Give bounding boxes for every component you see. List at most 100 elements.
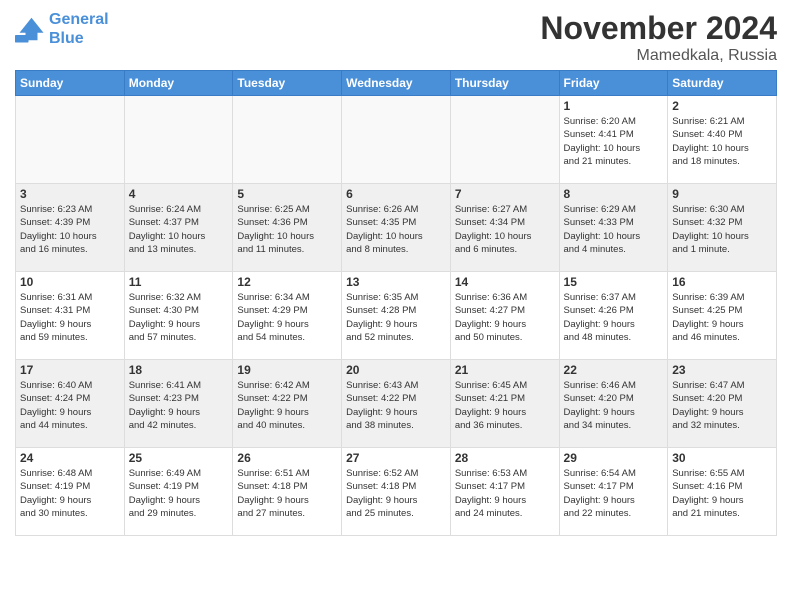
header-thursday: Thursday <box>450 71 559 96</box>
day-number: 30 <box>672 451 772 465</box>
calendar-cell: 23 Sunrise: 6:47 AM Sunset: 4:20 PM Dayli… <box>668 360 777 448</box>
header-tuesday: Tuesday <box>233 71 342 96</box>
day-info: Sunrise: 6:36 AM Sunset: 4:27 PM Dayligh… <box>455 291 555 344</box>
day-number: 23 <box>672 363 772 377</box>
calendar-cell: 18 Sunrise: 6:41 AM Sunset: 4:23 PM Dayli… <box>124 360 233 448</box>
calendar-table: SundayMondayTuesdayWednesdayThursdayFrid… <box>15 70 777 536</box>
day-info: Sunrise: 6:24 AM Sunset: 4:37 PM Dayligh… <box>129 203 229 256</box>
day-number: 28 <box>455 451 555 465</box>
day-number: 4 <box>129 187 229 201</box>
day-info: Sunrise: 6:35 AM Sunset: 4:28 PM Dayligh… <box>346 291 446 344</box>
day-info: Sunrise: 6:51 AM Sunset: 4:18 PM Dayligh… <box>237 467 337 520</box>
calendar-cell <box>450 96 559 184</box>
calendar-cell: 5 Sunrise: 6:25 AM Sunset: 4:36 PM Daylig… <box>233 184 342 272</box>
day-info: Sunrise: 6:37 AM Sunset: 4:26 PM Dayligh… <box>564 291 664 344</box>
day-info: Sunrise: 6:20 AM Sunset: 4:41 PM Dayligh… <box>564 115 664 168</box>
location: Mamedkala, Russia <box>540 47 777 65</box>
header-monday: Monday <box>124 71 233 96</box>
calendar-cell: 7 Sunrise: 6:27 AM Sunset: 4:34 PM Daylig… <box>450 184 559 272</box>
day-info: Sunrise: 6:25 AM Sunset: 4:36 PM Dayligh… <box>237 203 337 256</box>
calendar-cell: 29 Sunrise: 6:54 AM Sunset: 4:17 PM Dayli… <box>559 448 668 536</box>
calendar-cell: 10 Sunrise: 6:31 AM Sunset: 4:31 PM Dayli… <box>16 272 125 360</box>
calendar-cell: 16 Sunrise: 6:39 AM Sunset: 4:25 PM Dayli… <box>668 272 777 360</box>
day-info: Sunrise: 6:41 AM Sunset: 4:23 PM Dayligh… <box>129 379 229 432</box>
day-number: 8 <box>564 187 664 201</box>
calendar-cell: 25Sunrise: 6:49 AM Sunset: 4:19 PM Dayli… <box>124 448 233 536</box>
day-number: 24 <box>20 451 120 465</box>
day-info: Sunrise: 6:40 AM Sunset: 4:24 PM Dayligh… <box>20 379 120 432</box>
logo-line1: General <box>49 11 109 28</box>
day-info: Sunrise: 6:23 AM Sunset: 4:39 PM Dayligh… <box>20 203 120 256</box>
day-number: 19 <box>237 363 337 377</box>
calendar-cell: 27 Sunrise: 6:52 AM Sunset: 4:18 PM Dayli… <box>342 448 451 536</box>
calendar-cell: 4 Sunrise: 6:24 AM Sunset: 4:37 PM Daylig… <box>124 184 233 272</box>
day-number: 14 <box>455 275 555 289</box>
calendar-cell: 14 Sunrise: 6:36 AM Sunset: 4:27 PM Dayli… <box>450 272 559 360</box>
week-row-3: 10 Sunrise: 6:31 AM Sunset: 4:31 PM Dayli… <box>16 272 777 360</box>
calendar-cell: 11 Sunrise: 6:32 AM Sunset: 4:30 PM Dayli… <box>124 272 233 360</box>
day-info: Sunrise: 6:34 AM Sunset: 4:29 PM Dayligh… <box>237 291 337 344</box>
calendar-cell: 12 Sunrise: 6:34 AM Sunset: 4:29 PM Dayli… <box>233 272 342 360</box>
week-row-2: 3 Sunrise: 6:23 AM Sunset: 4:39 PM Daylig… <box>16 184 777 272</box>
day-info: Sunrise: 6:32 AM Sunset: 4:30 PM Dayligh… <box>129 291 229 344</box>
calendar-cell: 2Sunrise: 6:21 AM Sunset: 4:40 PM Daylig… <box>668 96 777 184</box>
calendar-cell <box>342 96 451 184</box>
day-info: Sunrise: 6:29 AM Sunset: 4:33 PM Dayligh… <box>564 203 664 256</box>
day-number: 29 <box>564 451 664 465</box>
day-number: 5 <box>237 187 337 201</box>
week-row-4: 17 Sunrise: 6:40 AM Sunset: 4:24 PM Dayli… <box>16 360 777 448</box>
header-friday: Friday <box>559 71 668 96</box>
day-number: 1 <box>564 99 664 113</box>
day-info: Sunrise: 6:45 AM Sunset: 4:21 PM Dayligh… <box>455 379 555 432</box>
calendar-cell: 1 Sunrise: 6:20 AM Sunset: 4:41 PM Daylig… <box>559 96 668 184</box>
day-number: 3 <box>20 187 120 201</box>
calendar-cell <box>233 96 342 184</box>
day-number: 10 <box>20 275 120 289</box>
calendar-cell: 9Sunrise: 6:30 AM Sunset: 4:32 PM Daylig… <box>668 184 777 272</box>
day-number: 6 <box>346 187 446 201</box>
calendar-cell: 22Sunrise: 6:46 AM Sunset: 4:20 PM Dayli… <box>559 360 668 448</box>
day-info: Sunrise: 6:47 AM Sunset: 4:20 PM Dayligh… <box>672 379 772 432</box>
logo: General Blue <box>15 10 109 48</box>
header-wednesday: Wednesday <box>342 71 451 96</box>
main-container: General Blue November 2024 Mamedkala, Ru… <box>0 0 792 541</box>
day-number: 21 <box>455 363 555 377</box>
header-row-days: SundayMondayTuesdayWednesdayThursdayFrid… <box>16 71 777 96</box>
calendar-cell: 24Sunrise: 6:48 AM Sunset: 4:19 PM Dayli… <box>16 448 125 536</box>
logo-text: General Blue <box>49 10 109 48</box>
calendar-cell <box>124 96 233 184</box>
day-info: Sunrise: 6:27 AM Sunset: 4:34 PM Dayligh… <box>455 203 555 256</box>
day-number: 22 <box>564 363 664 377</box>
day-info: Sunrise: 6:31 AM Sunset: 4:31 PM Dayligh… <box>20 291 120 344</box>
header-saturday: Saturday <box>668 71 777 96</box>
day-info: Sunrise: 6:39 AM Sunset: 4:25 PM Dayligh… <box>672 291 772 344</box>
day-info: Sunrise: 6:43 AM Sunset: 4:22 PM Dayligh… <box>346 379 446 432</box>
calendar-cell: 19 Sunrise: 6:42 AM Sunset: 4:22 PM Dayli… <box>233 360 342 448</box>
calendar-cell: 13 Sunrise: 6:35 AM Sunset: 4:28 PM Dayli… <box>342 272 451 360</box>
day-number: 16 <box>672 275 772 289</box>
header-row: General Blue November 2024 Mamedkala, Ru… <box>15 10 777 65</box>
day-info: Sunrise: 6:52 AM Sunset: 4:18 PM Dayligh… <box>346 467 446 520</box>
day-info: Sunrise: 6:53 AM Sunset: 4:17 PM Dayligh… <box>455 467 555 520</box>
day-number: 12 <box>237 275 337 289</box>
day-info: Sunrise: 6:26 AM Sunset: 4:35 PM Dayligh… <box>346 203 446 256</box>
day-info: Sunrise: 6:54 AM Sunset: 4:17 PM Dayligh… <box>564 467 664 520</box>
week-row-5: 24Sunrise: 6:48 AM Sunset: 4:19 PM Dayli… <box>16 448 777 536</box>
header-sunday: Sunday <box>16 71 125 96</box>
week-row-1: 1 Sunrise: 6:20 AM Sunset: 4:41 PM Daylig… <box>16 96 777 184</box>
day-number: 27 <box>346 451 446 465</box>
title-block: November 2024 Mamedkala, Russia <box>540 10 777 65</box>
day-number: 2 <box>672 99 772 113</box>
day-number: 17 <box>20 363 120 377</box>
day-number: 18 <box>129 363 229 377</box>
calendar-cell: 30Sunrise: 6:55 AM Sunset: 4:16 PM Dayli… <box>668 448 777 536</box>
calendar-cell: 15Sunrise: 6:37 AM Sunset: 4:26 PM Dayli… <box>559 272 668 360</box>
day-number: 7 <box>455 187 555 201</box>
calendar-cell: 17 Sunrise: 6:40 AM Sunset: 4:24 PM Dayli… <box>16 360 125 448</box>
day-info: Sunrise: 6:30 AM Sunset: 4:32 PM Dayligh… <box>672 203 772 256</box>
day-number: 13 <box>346 275 446 289</box>
calendar-header: SundayMondayTuesdayWednesdayThursdayFrid… <box>16 71 777 96</box>
day-number: 11 <box>129 275 229 289</box>
calendar-cell: 8 Sunrise: 6:29 AM Sunset: 4:33 PM Daylig… <box>559 184 668 272</box>
day-info: Sunrise: 6:42 AM Sunset: 4:22 PM Dayligh… <box>237 379 337 432</box>
